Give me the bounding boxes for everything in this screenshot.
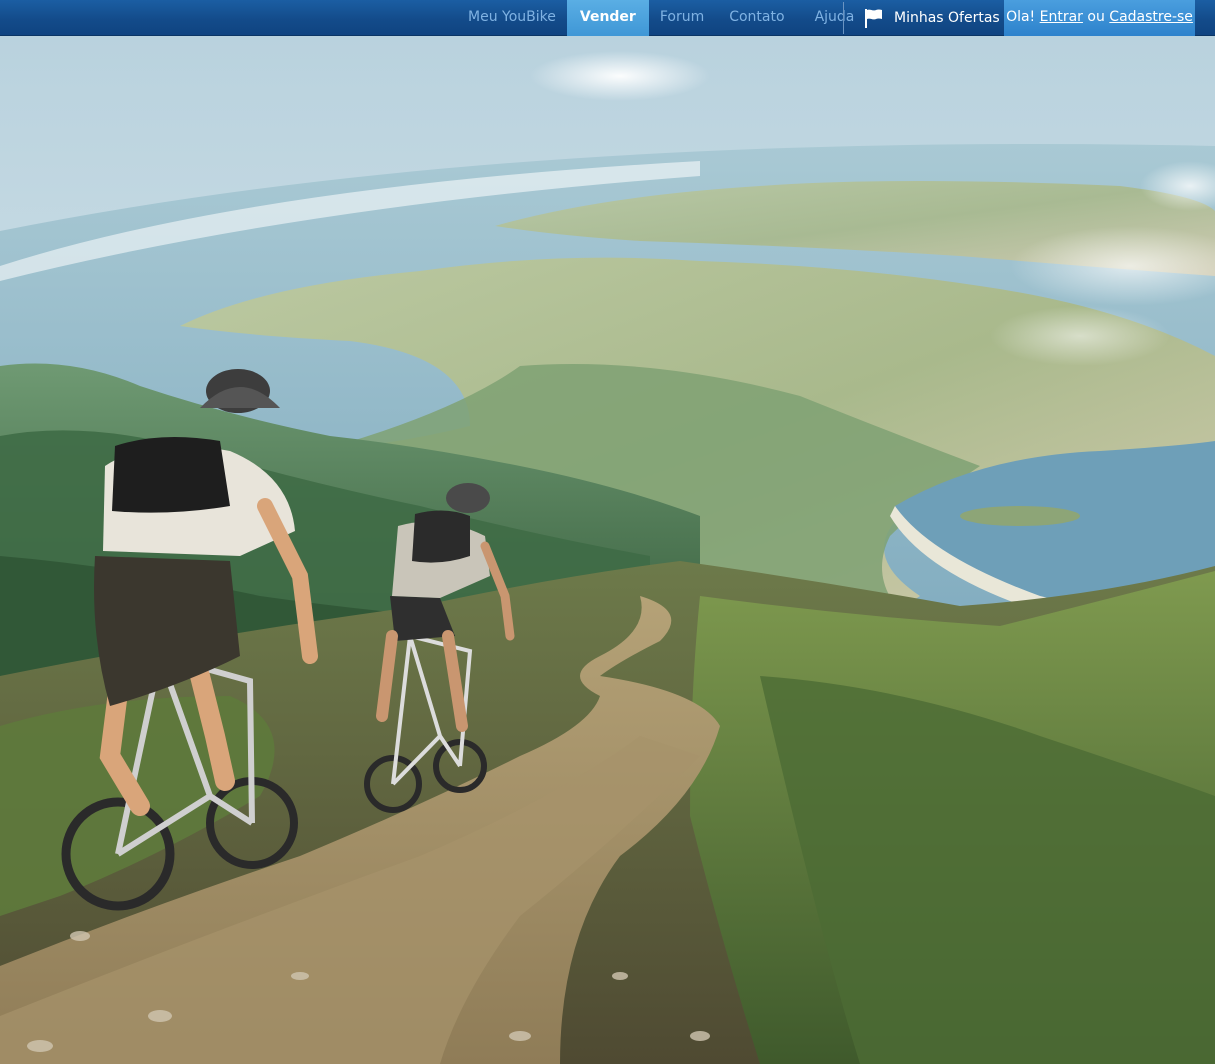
hero-banner	[0, 36, 1215, 1064]
nav-meu-youbike[interactable]: Meu YouBike	[457, 0, 567, 36]
greeting-text: Ola!	[1006, 9, 1036, 25]
nav-forum[interactable]: Forum	[649, 0, 715, 36]
or-text: ou	[1087, 9, 1105, 25]
my-offers-link[interactable]: Minhas Ofertas	[862, 0, 1000, 36]
flag-icon	[865, 9, 882, 28]
hero-illustration	[0, 36, 1215, 1064]
top-navigation-bar: Meu YouBike Vender Forum Contato Ajuda M…	[0, 0, 1215, 36]
main-nav: Meu YouBike Vender Forum Contato Ajuda	[457, 0, 870, 36]
nav-vender[interactable]: Vender	[566, 0, 649, 36]
nav-divider	[843, 2, 844, 34]
nav-ajuda[interactable]: Ajuda	[799, 0, 871, 36]
my-offers-label: Minhas Ofertas	[894, 10, 1000, 26]
login-link[interactable]: Entrar	[1040, 9, 1083, 25]
signup-link[interactable]: Cadastre-se	[1109, 9, 1193, 25]
nav-contato[interactable]: Contato	[715, 0, 798, 36]
login-box: Ola! Entrar ou Cadastre-se	[1004, 0, 1195, 36]
